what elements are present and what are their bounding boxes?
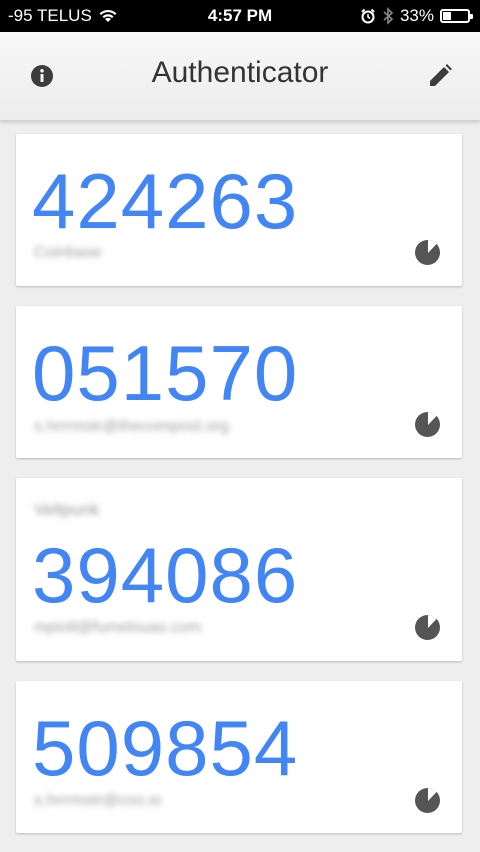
account-card[interactable]: 051570 s.hrrrmstr@thecompost.org (16, 306, 462, 458)
otp-code: 509854 (32, 704, 299, 792)
countdown-timer-icon (415, 788, 440, 813)
account-card[interactable]: Veltpunk 394086 mpiotl@fumelouas.com (16, 478, 462, 661)
otp-code: 424263 (32, 157, 299, 245)
countdown-timer-icon (415, 412, 440, 437)
account-name: mpiotl@fumelouas.com (34, 619, 202, 636)
account-card[interactable]: 424263 Coinbase (16, 134, 462, 286)
battery-fill (443, 12, 451, 20)
timer-elapsed-wedge (427, 615, 440, 628)
bluetooth-icon (383, 7, 394, 25)
account-name: s.hrrrmstr@thecompost.org (34, 418, 229, 435)
otp-code: 394086 (32, 531, 299, 619)
account-name: s.hrrrmstr@coo.io (34, 792, 162, 809)
countdown-timer-icon (415, 615, 440, 640)
battery-percent: 33% (399, 6, 434, 25)
issuer-name: Veltpunk (34, 500, 100, 519)
timer-elapsed-wedge (427, 240, 440, 253)
status-bar: -95 TELUS 4:57 PM 33% (0, 0, 480, 32)
page-title: Authenticator (151, 56, 329, 89)
battery-icon (440, 9, 473, 23)
app-bar: Authenticator (0, 32, 480, 121)
otp-code: 051570 (32, 329, 299, 417)
status-right: 33% (360, 6, 473, 26)
account-name: Coinbase (34, 244, 102, 261)
alarm-icon (361, 8, 375, 24)
account-card[interactable]: 509854 s.hrrrmstr@coo.io (16, 681, 462, 833)
countdown-timer-icon (415, 240, 440, 265)
pencil-icon[interactable] (426, 62, 454, 90)
timer-elapsed-wedge (427, 412, 440, 425)
timer-elapsed-wedge (427, 788, 440, 801)
